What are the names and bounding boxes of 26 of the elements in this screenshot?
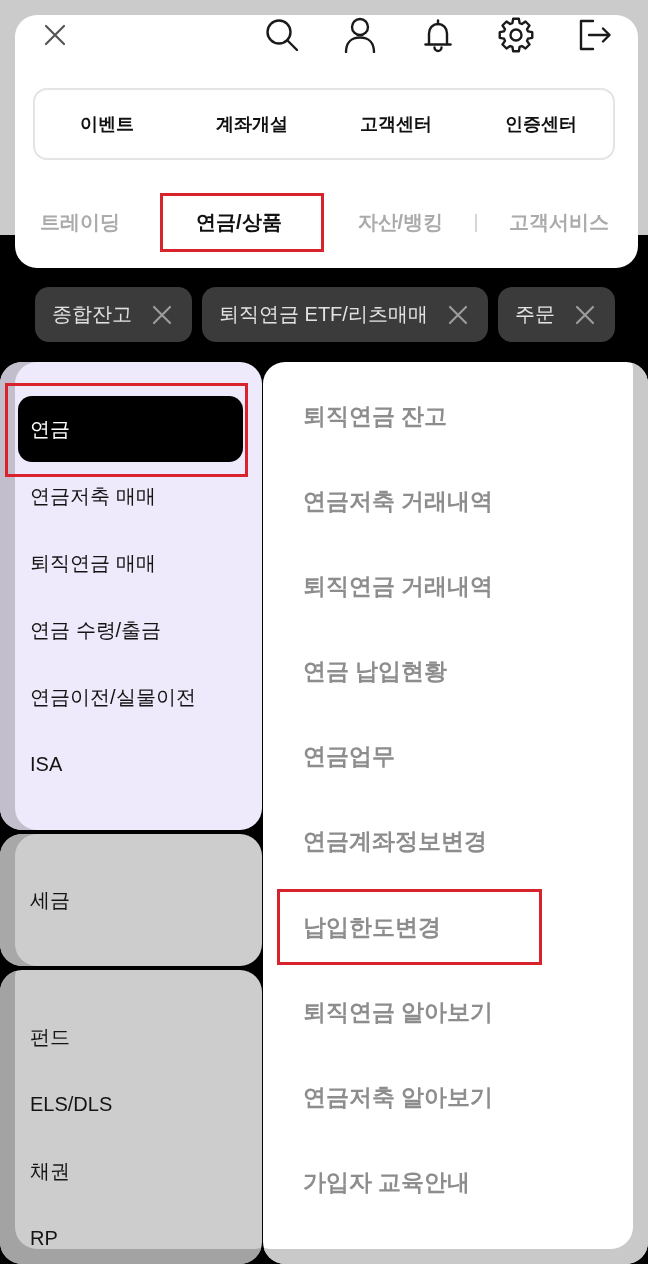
category-item[interactable]: 세금	[18, 878, 243, 923]
category-item[interactable]: 펀드	[18, 1015, 243, 1059]
close-icon[interactable]	[574, 304, 595, 325]
close-icon[interactable]	[44, 24, 66, 46]
close-icon[interactable]	[152, 304, 172, 325]
close-icon[interactable]	[447, 304, 468, 325]
category-item[interactable]: ISA	[18, 742, 243, 786]
search-icon[interactable]	[264, 17, 300, 53]
quick-menu-link[interactable]: 계좌개설	[211, 106, 292, 142]
category-item[interactable]: 퇴직연금 매매	[18, 541, 243, 585]
recent-menu-chip[interactable]: 종합잔고	[35, 287, 192, 342]
category-item[interactable]: 연금	[18, 396, 243, 462]
category-item[interactable]: ELS/DLS	[18, 1082, 243, 1126]
category-item[interactable]: 연금저축 매매	[18, 474, 243, 518]
recent-menu-chip[interactable]: 주문	[497, 287, 615, 342]
category-item[interactable]: 연금 수령/출금	[18, 608, 243, 652]
tab[interactable]: 연금/상품	[176, 200, 302, 245]
quick-menu-link[interactable]: 인증센터	[500, 106, 581, 142]
category-item[interactable]: 채권	[18, 1149, 243, 1193]
category-item[interactable]: RP	[18, 1216, 243, 1260]
settings-icon[interactable]	[498, 17, 534, 53]
quick-menu-link[interactable]: 고객센터	[356, 106, 437, 142]
category-item[interactable]: 연금이전/실물이전	[18, 675, 243, 719]
quick-menu-link[interactable]: 이벤트	[76, 106, 139, 142]
user-icon[interactable]	[342, 17, 378, 53]
recent-menu-chip[interactable]: 퇴직연금 ETF/리츠매매	[202, 287, 488, 342]
